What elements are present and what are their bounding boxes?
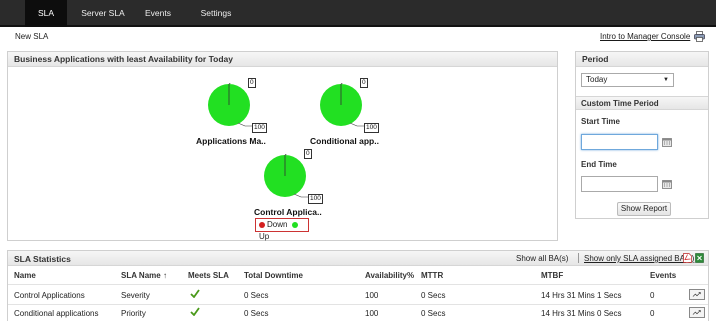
top-navigation: SLA Server SLA Events Settings <box>0 0 716 27</box>
business-applications-panel: Business Applications with least Availab… <box>7 51 558 241</box>
sub-toolbar: New SLA Intro to Manager Console <box>0 28 716 46</box>
row-1-events: 0 <box>650 291 655 300</box>
pie-2-down-value: 0 <box>360 78 368 88</box>
pie-1-label[interactable]: Applications Ma.. <box>196 136 266 146</box>
col-header-name[interactable]: Name <box>14 271 36 280</box>
chevron-down-icon: ▼ <box>663 77 669 83</box>
row-1-availability: 100 <box>365 291 379 300</box>
period-select[interactable]: Today ▼ <box>581 73 674 87</box>
calendar-icon[interactable] <box>662 179 672 189</box>
legend-down-label: Down <box>267 220 288 229</box>
start-time-input[interactable] <box>581 134 658 150</box>
intro-manager-console-link[interactable]: Intro to Manager Console <box>600 32 690 41</box>
down-legend-dot <box>259 221 265 228</box>
row-2-sla-name: Priority <box>121 309 146 318</box>
calendar-icon[interactable] <box>662 137 672 147</box>
row-1-sla-name: Severity <box>121 291 150 300</box>
chart-legend: Down Up <box>255 218 309 241</box>
check-icon <box>190 289 200 298</box>
stats-title: SLA Statistics <box>14 254 71 264</box>
col-header-availability[interactable]: Availability% <box>365 271 414 280</box>
show-report-button[interactable]: Show Report <box>617 202 671 216</box>
col-header-mtbf[interactable]: MTBF <box>541 271 563 280</box>
tab-server-sla[interactable]: Server SLA <box>74 0 132 27</box>
row-2-downtime: 0 Secs <box>244 309 269 318</box>
row-1-name: Control Applications <box>14 291 85 300</box>
row-divider <box>8 304 708 305</box>
pie-2-label[interactable]: Conditional app.. <box>310 136 379 146</box>
end-time-label: End Time <box>581 160 617 169</box>
row-2-mtbf: 14 Hrs 31 Mins 0 Secs <box>541 309 622 318</box>
period-selected-value: Today <box>586 75 608 84</box>
pie-3-up-value: 100 <box>308 194 323 204</box>
row-1-mttr: 0 Secs <box>421 291 446 300</box>
row-2-report-icon[interactable] <box>689 307 705 318</box>
tab-events[interactable]: Events <box>138 0 178 27</box>
row-1-mtbf: 14 Hrs 31 Mins 1 Secs <box>541 291 622 300</box>
custom-time-period-title: Custom Time Period <box>576 96 708 110</box>
row-2-availability: 100 <box>365 309 379 318</box>
pie-2-up-value: 100 <box>364 123 379 133</box>
row-2-events: 0 <box>650 309 655 318</box>
show-only-sla-ba-link[interactable]: Show only SLA assigned BA(s) <box>584 254 694 263</box>
new-sla-link[interactable]: New SLA <box>15 32 48 41</box>
check-icon <box>190 307 200 316</box>
period-title: Period <box>576 52 708 67</box>
print-icon[interactable] <box>694 31 705 42</box>
row-divider <box>8 284 708 285</box>
up-legend-dot <box>291 221 298 228</box>
row-2-name: Conditional applications <box>14 309 99 318</box>
excel-export-icon[interactable] <box>695 253 704 263</box>
col-header-sla-name[interactable]: SLA Name ↑ <box>121 271 167 280</box>
tab-settings[interactable]: Settings <box>193 0 239 27</box>
col-header-mttr[interactable]: MTTR <box>421 271 443 280</box>
ba-charts-area: 0 100 Applications Ma.. 0 100 Conditiona… <box>8 68 557 240</box>
row-1-report-icon[interactable] <box>689 289 705 300</box>
tab-sla[interactable]: SLA <box>25 0 67 27</box>
stats-header: SLA Statistics Show all BA(s) Show only … <box>8 251 708 266</box>
start-time-label: Start Time <box>581 117 620 126</box>
pie-3-down-value: 0 <box>304 149 312 159</box>
sla-name-header-text: SLA Name <box>121 271 161 280</box>
period-panel: Period Today ▼ Custom Time Period Start … <box>575 51 709 219</box>
sort-ascending-icon: ↑ <box>162 271 167 280</box>
ba-panel-title: Business Applications with least Availab… <box>8 52 557 67</box>
end-time-input[interactable] <box>581 176 658 192</box>
pie-1-up-value: 100 <box>252 123 267 133</box>
col-header-meets-sla[interactable]: Meets SLA <box>188 271 229 280</box>
pdf-export-icon[interactable] <box>683 253 692 263</box>
pie-3-label[interactable]: Control Applica.. <box>254 207 322 217</box>
legend-up-label: Up <box>259 232 270 241</box>
col-header-total-downtime[interactable]: Total Downtime <box>244 271 303 280</box>
row-1-downtime: 0 Secs <box>244 291 269 300</box>
divider <box>578 253 579 263</box>
sla-statistics-panel: SLA Statistics Show all BA(s) Show only … <box>7 250 709 321</box>
col-header-events[interactable]: Events <box>650 271 676 280</box>
row-2-mttr: 0 Secs <box>421 309 446 318</box>
pie-1-down-value: 0 <box>248 78 256 88</box>
show-all-ba-link[interactable]: Show all BA(s) <box>516 254 568 263</box>
